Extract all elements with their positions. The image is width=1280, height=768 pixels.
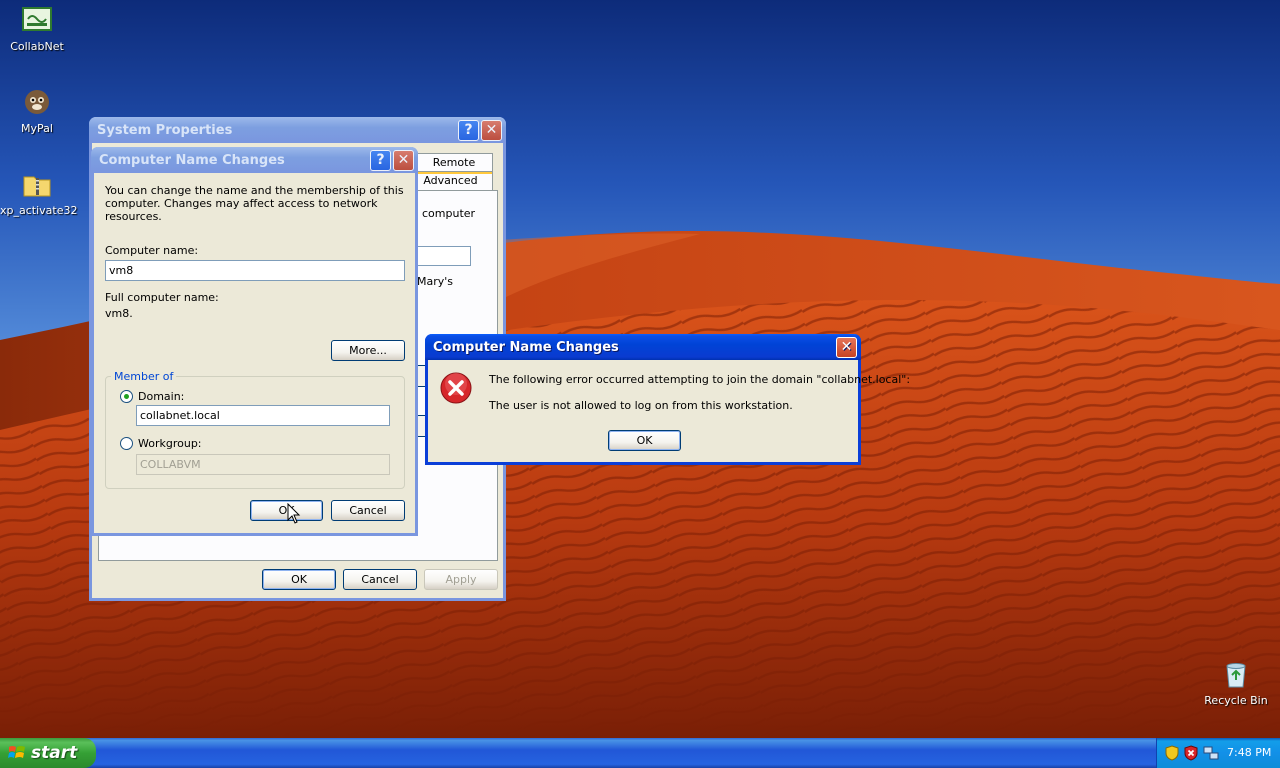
apply-button[interactable]: Apply <box>424 569 498 590</box>
ok-button[interactable]: OK <box>262 569 336 590</box>
mouse-cursor-icon <box>287 503 301 524</box>
desktop-icon-label: MyPal <box>21 122 53 135</box>
security-alert-icon[interactable] <box>1184 745 1198 761</box>
dialog-description: You can change the name and the membersh… <box>105 184 404 223</box>
tab-remote[interactable]: Remote <box>415 153 493 171</box>
error-detail: The user is not allowed to log on from t… <box>489 399 793 412</box>
desktop-icon-label: CollabNet <box>10 40 64 53</box>
collabnet-shortcut-icon <box>22 7 52 31</box>
window-title: System Properties <box>97 122 233 138</box>
error-ok-button[interactable]: OK <box>608 430 681 451</box>
window-title: Computer Name Changes <box>99 152 285 168</box>
more-button[interactable]: More... <box>331 340 405 361</box>
taskbar: start 7:48 PM <box>0 738 1280 768</box>
recycle-bin-icon <box>1226 663 1246 688</box>
computer-name-changes-window: Computer Name Changes ? ✕ You can change… <box>91 147 418 536</box>
cancel-button[interactable]: Cancel <box>331 500 405 521</box>
error-dialog-titlebar[interactable]: Computer Name Changes ✕ <box>425 334 861 360</box>
computer-description-field[interactable] <box>417 246 471 266</box>
error-message: The following error occurred attempting … <box>489 373 911 386</box>
domain-input[interactable]: collabnet.local <box>136 405 390 426</box>
network-icon[interactable] <box>1203 745 1219 761</box>
clock[interactable]: 7:48 PM <box>1227 746 1271 759</box>
domain-label: Domain: <box>138 390 185 403</box>
computer-name-label: Computer name: <box>105 244 199 257</box>
domain-radio[interactable] <box>120 390 133 403</box>
full-computer-name-value: vm8. <box>105 307 133 320</box>
start-label: start <box>31 743 78 763</box>
desktop-icon-label: xp_activate32 <box>0 204 78 217</box>
desktop-icon-recycle-bin[interactable]: Recycle Bin <box>1199 658 1273 707</box>
desktop-icon-collabnet[interactable]: CollabNet <box>0 4 74 53</box>
help-button[interactable]: ? <box>458 120 479 141</box>
error-dialog: Computer Name Changes ✕ The following er… <box>425 334 910 465</box>
full-computer-name-label: Full computer name: <box>105 291 219 304</box>
workgroup-radio[interactable] <box>120 437 133 450</box>
close-button[interactable]: ✕ <box>836 337 857 358</box>
tab-advanced[interactable]: Advanced <box>408 171 493 190</box>
workgroup-label: Workgroup: <box>138 437 202 450</box>
member-of-label: Member of <box>111 370 177 383</box>
desktop-icon-label: Recycle Bin <box>1204 694 1268 707</box>
error-icon <box>440 372 472 404</box>
mypal-browser-icon <box>25 90 49 114</box>
close-button[interactable]: ✕ <box>393 150 414 171</box>
security-shield-icon[interactable] <box>1165 745 1179 761</box>
desktop-icon-mypal[interactable]: MyPal <box>0 86 74 135</box>
help-button[interactable]: ? <box>370 150 391 171</box>
window-title: Computer Name Changes <box>433 339 619 355</box>
system-tray: 7:48 PM <box>1156 738 1280 768</box>
desktop-icon-xp-activate32[interactable]: xp_activate32 <box>0 168 78 217</box>
windows-logo-icon <box>8 746 25 758</box>
zip-folder-icon <box>23 176 51 197</box>
cancel-button[interactable]: Cancel <box>343 569 417 590</box>
computer-name-input[interactable]: vm8 <box>105 260 405 281</box>
desktop: CollabNet MyPal xp_activate32 Recycle Bi… <box>0 0 1280 738</box>
computer-name-changes-titlebar[interactable]: Computer Name Changes ? ✕ <box>91 147 418 173</box>
partial-text-marys: Mary's <box>417 275 454 288</box>
close-button[interactable]: ✕ <box>481 120 502 141</box>
partial-text-computer: computer <box>422 207 476 220</box>
workgroup-input[interactable]: COLLABVM <box>136 454 390 475</box>
start-button[interactable]: start <box>0 738 96 768</box>
system-properties-titlebar[interactable]: System Properties ? ✕ <box>89 117 506 143</box>
